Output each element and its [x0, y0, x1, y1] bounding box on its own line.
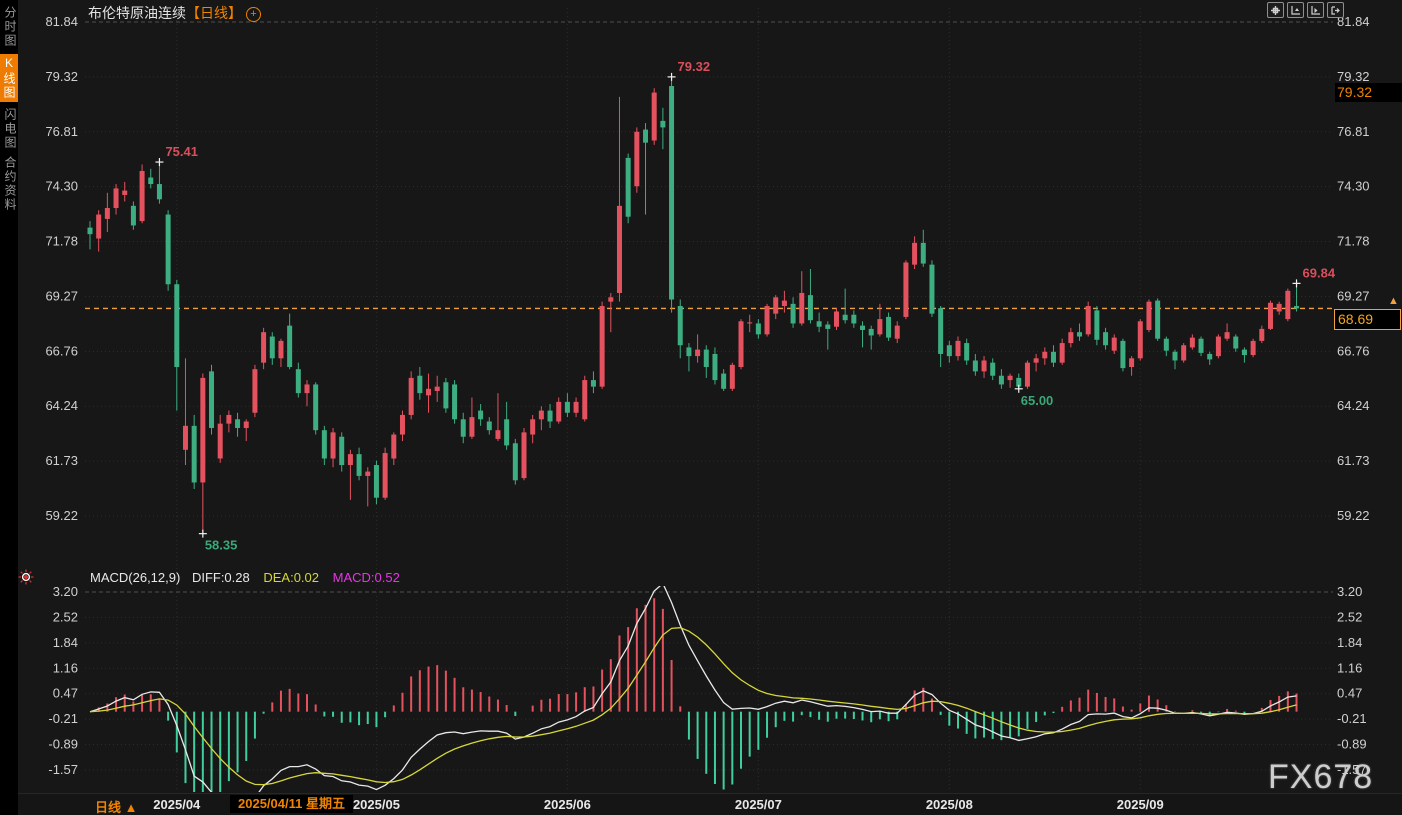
svg-text:59.22: 59.22: [45, 508, 78, 523]
svg-text:3.20: 3.20: [1337, 584, 1362, 599]
svg-text:66.76: 66.76: [45, 343, 78, 358]
svg-text:-0.21: -0.21: [1337, 711, 1367, 726]
time-axis-bar: 日线 ▲ 2025/04/11 星期五 2025/04 2025/05 2025/0…: [18, 793, 1402, 815]
x-axis-tick: 2025/06: [532, 797, 602, 812]
svg-text:2.52: 2.52: [53, 609, 78, 624]
diff-value-label: DIFF:0.28: [192, 570, 250, 585]
svg-text:1.84: 1.84: [53, 635, 78, 650]
svg-text:0.47: 0.47: [53, 686, 78, 701]
candlestick-chart[interactable]: 81.8481.8479.3279.3276.8176.8174.3074.30…: [0, 0, 1402, 815]
chart-toolbar: [1267, 2, 1344, 18]
svg-text:69.27: 69.27: [1337, 288, 1370, 303]
svg-text:66.76: 66.76: [1337, 343, 1370, 358]
svg-text:1.16: 1.16: [1337, 660, 1362, 675]
svg-text:76.81: 76.81: [1337, 124, 1370, 139]
period-selector[interactable]: 日线 ▲: [95, 797, 137, 815]
live-quote-icon: [18, 569, 34, 590]
last-price-marker: 68.69: [1334, 309, 1401, 330]
sidebar-item-flash-chart[interactable]: 闪电图: [2, 108, 18, 150]
svg-text:-0.89: -0.89: [1337, 737, 1367, 752]
symbol-name: 布伦特原油连续: [88, 5, 186, 21]
svg-text:59.22: 59.22: [1337, 508, 1370, 523]
sidebar: 分时图 K线图 闪电图 合约资料: [0, 0, 18, 815]
period-tag: 【日线】: [186, 5, 242, 21]
jump-to-latest-icon[interactable]: ▲: [1388, 295, 1399, 307]
x-axis-tick: 2025/07: [723, 797, 793, 812]
dea-value-label: DEA:0.02: [263, 570, 319, 585]
svg-text:69.84: 69.84: [1303, 265, 1336, 280]
svg-text:71.78: 71.78: [1337, 234, 1370, 249]
svg-text:-0.21: -0.21: [48, 711, 78, 726]
macd-name-label: MACD(26,12,9): [90, 570, 180, 585]
macd-value-label: MACD:0.52: [333, 570, 400, 585]
move-icon[interactable]: [1267, 2, 1284, 18]
chart-window: 81.8481.8479.3279.3276.8176.8174.3074.30…: [0, 0, 1402, 815]
svg-text:0.47: 0.47: [1337, 686, 1362, 701]
svg-text:76.81: 76.81: [45, 124, 78, 139]
macd-indicator-header[interactable]: MACD(26,12,9) DIFF:0.28 DEA:0.02 MACD:0.…: [90, 570, 400, 585]
svg-text:75.41: 75.41: [165, 144, 198, 159]
x-axis-tick: 2025/04: [142, 797, 212, 812]
svg-text:1.16: 1.16: [53, 660, 78, 675]
svg-text:-1.57: -1.57: [48, 762, 78, 777]
sidebar-item-candlestick-chart[interactable]: K线图: [0, 54, 18, 102]
svg-text:65.00: 65.00: [1021, 393, 1054, 408]
session-high-price-marker: 79.32: [1335, 83, 1402, 102]
svg-text:64.24: 64.24: [1337, 398, 1370, 413]
axis-scale-icon[interactable]: [1287, 2, 1304, 18]
svg-text:61.73: 61.73: [1337, 453, 1370, 468]
x-axis-tick: 2025/08: [914, 797, 984, 812]
x-axis-tick: 2025/09: [1105, 797, 1175, 812]
crosshair-date-label: 2025/04/11 星期五: [230, 795, 353, 813]
svg-text:74.30: 74.30: [45, 179, 78, 194]
svg-text:-0.89: -0.89: [48, 737, 78, 752]
svg-text:58.35: 58.35: [205, 538, 238, 553]
svg-text:79.32: 79.32: [678, 59, 711, 74]
svg-text:61.73: 61.73: [45, 453, 78, 468]
chart-title: 布伦特原油连续【日线】 +: [88, 3, 261, 23]
exit-icon[interactable]: [1327, 2, 1344, 18]
svg-text:1.84: 1.84: [1337, 635, 1362, 650]
sidebar-item-contract-info[interactable]: 合约资料: [2, 156, 18, 212]
svg-text:3.20: 3.20: [53, 584, 78, 599]
circle-plus-icon[interactable]: +: [246, 7, 261, 22]
fx678-watermark: FX678: [1268, 758, 1373, 797]
axis-pan-icon[interactable]: [1307, 2, 1324, 18]
svg-text:64.24: 64.24: [45, 398, 78, 413]
x-axis-tick: 2025/05: [341, 797, 411, 812]
svg-text:79.32: 79.32: [1337, 69, 1370, 84]
svg-text:2.52: 2.52: [1337, 609, 1362, 624]
sidebar-item-timeline-chart[interactable]: 分时图: [2, 6, 18, 48]
svg-text:69.27: 69.27: [45, 288, 78, 303]
svg-text:81.84: 81.84: [45, 14, 78, 29]
svg-text:74.30: 74.30: [1337, 179, 1370, 194]
svg-text:79.32: 79.32: [45, 69, 78, 84]
svg-text:71.78: 71.78: [45, 234, 78, 249]
